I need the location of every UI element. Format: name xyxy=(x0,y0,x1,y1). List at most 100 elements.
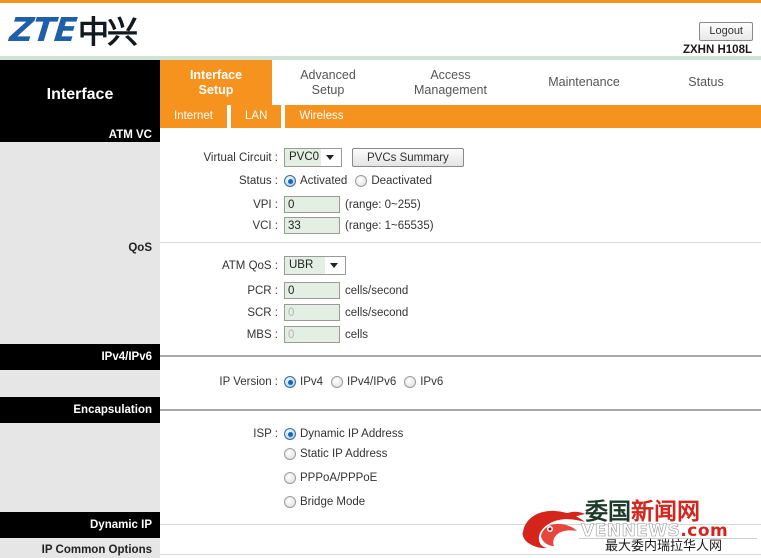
isp-radio-static-ip[interactable]: Static IP Address xyxy=(284,448,387,460)
sidebar-item-atm-vc[interactable]: ATM VC xyxy=(0,128,160,142)
divider-ipv4-ipv6 xyxy=(160,355,761,357)
status-radio-activated[interactable]: Activated xyxy=(284,175,347,187)
zte-logo: ZTE 中兴 xyxy=(7,9,138,51)
radio-ipv6-icon xyxy=(404,376,417,388)
ip-version-radio-ipv6[interactable]: IPv6 xyxy=(404,376,443,388)
logo-latin-text: ZTE xyxy=(7,9,79,49)
status-deactivated-label: Deactivated xyxy=(371,175,433,187)
router-admin-page: ZTE 中兴 Logout ZXHN H108L Interface Setup… xyxy=(0,0,761,558)
section-title-label: Interface xyxy=(46,86,114,103)
atm-qos-label: ATM QoS : xyxy=(221,259,278,272)
ip-version-ipv4-ipv6-label: IPv4/IPv6 xyxy=(347,376,397,388)
tab-advanced-setup[interactable]: Advanced Setup xyxy=(272,60,384,105)
sidebar: ATM VC QoS IPv4/IPv6 Encapsulation Dynam… xyxy=(0,128,160,558)
pcr-input[interactable] xyxy=(284,282,340,299)
radio-activated-icon xyxy=(284,175,296,187)
sidebar-item-ip-common-options-label: IP Common Options xyxy=(41,544,152,556)
ip-version-ipv4-label: IPv4 xyxy=(300,376,324,388)
divider-dynamic-ip xyxy=(160,524,761,525)
radio-ipv4-ipv6-icon xyxy=(331,376,344,388)
tab-interface-setup-line2: Setup xyxy=(198,82,234,97)
status-activated-label: Activated xyxy=(300,175,348,187)
radio-dynamic-ip-icon xyxy=(284,428,296,440)
row-vci: VCI : (range: 1~65535) xyxy=(160,217,434,234)
tab-access-management-line2: Management xyxy=(414,82,487,97)
virtual-circuit-select[interactable]: PVC0 xyxy=(284,148,342,167)
subtab-wireless[interactable]: Wireless xyxy=(285,105,357,128)
tab-access-management[interactable]: Access Management xyxy=(384,60,517,105)
pcr-unit-label: cells/second xyxy=(345,284,409,297)
row-isp-pppoa: PPPoA/PPPoE xyxy=(160,472,385,484)
sidebar-item-atm-vc-label: ATM VC xyxy=(108,129,152,141)
chevron-down-icon xyxy=(321,149,338,166)
chevron-down-icon xyxy=(325,257,342,274)
logo-chinese-text: 中兴 xyxy=(77,14,138,51)
device-model-label: ZXHN H108L xyxy=(682,44,752,56)
row-atm-qos: ATM QoS : UBR xyxy=(160,256,346,275)
isp-radio-pppoa-pppoe[interactable]: PPPoA/PPPoE xyxy=(284,472,377,484)
sidebar-item-ipv4-ipv6[interactable]: IPv4/IPv6 xyxy=(0,344,160,370)
ip-version-radio-ipv4[interactable]: IPv4 xyxy=(284,376,323,388)
vpi-label: VPI : xyxy=(253,198,278,211)
row-isp-bridge: Bridge Mode xyxy=(160,496,373,508)
radio-ipv4-icon xyxy=(284,376,296,388)
radio-deactivated-icon xyxy=(355,175,368,187)
vpi-input[interactable] xyxy=(284,196,340,213)
sidebar-item-encapsulation[interactable]: Encapsulation xyxy=(0,397,160,423)
isp-radio-bridge-mode[interactable]: Bridge Mode xyxy=(284,496,365,508)
page-header: ZTE 中兴 Logout ZXHN H108L xyxy=(0,3,761,56)
atm-qos-select[interactable]: UBR xyxy=(284,256,346,275)
tab-advanced-setup-line2: Setup xyxy=(311,82,345,97)
row-virtual-circuit: Virtual Circuit : PVC0 PVCs Summary xyxy=(160,148,464,167)
ip-version-label: IP Version : xyxy=(219,376,278,388)
status-label: Status : xyxy=(239,175,278,187)
scr-input[interactable] xyxy=(284,304,340,321)
subtab-filler xyxy=(357,105,761,128)
radio-bridge-mode-icon xyxy=(284,496,296,508)
isp-bridge-mode-label: Bridge Mode xyxy=(300,496,366,508)
tab-access-management-line1: Access xyxy=(430,67,471,82)
sidebar-item-qos-label: QoS xyxy=(128,242,152,254)
scr-label: SCR : xyxy=(247,306,278,319)
row-vpi: VPI : (range: 0~255) xyxy=(160,196,421,213)
tab-maintenance-label: Maintenance xyxy=(548,75,620,89)
sidebar-item-encapsulation-label: Encapsulation xyxy=(73,404,152,416)
mbs-label: MBS : xyxy=(246,328,278,341)
vpi-range-hint: (range: 0~255) xyxy=(345,198,421,211)
row-status: Status : Activated Deactivated xyxy=(160,175,440,187)
isp-pppoa-pppoe-label: PPPoA/PPPoE xyxy=(300,472,378,484)
mbs-input[interactable] xyxy=(284,326,340,343)
status-radio-deactivated[interactable]: Deactivated xyxy=(355,175,432,187)
tab-interface-setup-line1: Interface xyxy=(189,67,243,82)
isp-dynamic-ip-label: Dynamic IP Address xyxy=(300,428,404,440)
radio-static-ip-icon xyxy=(284,448,296,460)
pvcs-summary-button[interactable]: PVCs Summary xyxy=(352,148,464,167)
tab-status[interactable]: Status xyxy=(651,60,761,105)
isp-static-ip-label: Static IP Address xyxy=(300,448,388,460)
main-tabs: Interface Setup Advanced Setup Access Ma… xyxy=(160,60,761,105)
isp-radio-dynamic-ip[interactable]: Dynamic IP Address xyxy=(284,428,403,440)
tab-advanced-setup-line1: Advanced xyxy=(300,67,356,82)
tab-interface-setup[interactable]: Interface Setup xyxy=(160,60,272,105)
sidebar-item-dynamic-ip[interactable]: Dynamic IP xyxy=(0,512,160,538)
vci-input[interactable] xyxy=(284,217,340,234)
ip-version-radio-ipv4-ipv6[interactable]: IPv4/IPv6 xyxy=(331,376,396,388)
ip-version-ipv6-label: IPv6 xyxy=(420,376,444,388)
subtab-lan[interactable]: LAN xyxy=(231,105,281,128)
row-isp: ISP : Dynamic IP Address xyxy=(160,428,411,440)
sidebar-item-qos[interactable]: QoS xyxy=(0,240,160,256)
tab-status-label: Status xyxy=(688,75,724,89)
row-scr: SCR : cells/second xyxy=(160,304,408,321)
logout-button[interactable]: Logout xyxy=(699,22,753,41)
tab-maintenance[interactable]: Maintenance xyxy=(517,60,651,105)
sub-tabs: Internet LAN Wireless xyxy=(160,105,761,128)
divider-ip-common-options xyxy=(160,554,761,555)
scr-unit-label: cells/second xyxy=(345,306,409,319)
main-content: Virtual Circuit : PVC0 PVCs Summary Stat… xyxy=(160,128,761,558)
subtab-internet[interactable]: Internet xyxy=(160,105,227,128)
vci-label: VCI : xyxy=(252,219,278,232)
sidebar-item-ip-common-options[interactable]: IP Common Options xyxy=(0,542,160,558)
row-ip-version: IP Version : IPv4 IPv4/IPv6 IPv6 xyxy=(160,376,451,388)
section-title-interface: Interface xyxy=(0,60,160,130)
virtual-circuit-value: PVC0 xyxy=(285,149,321,166)
